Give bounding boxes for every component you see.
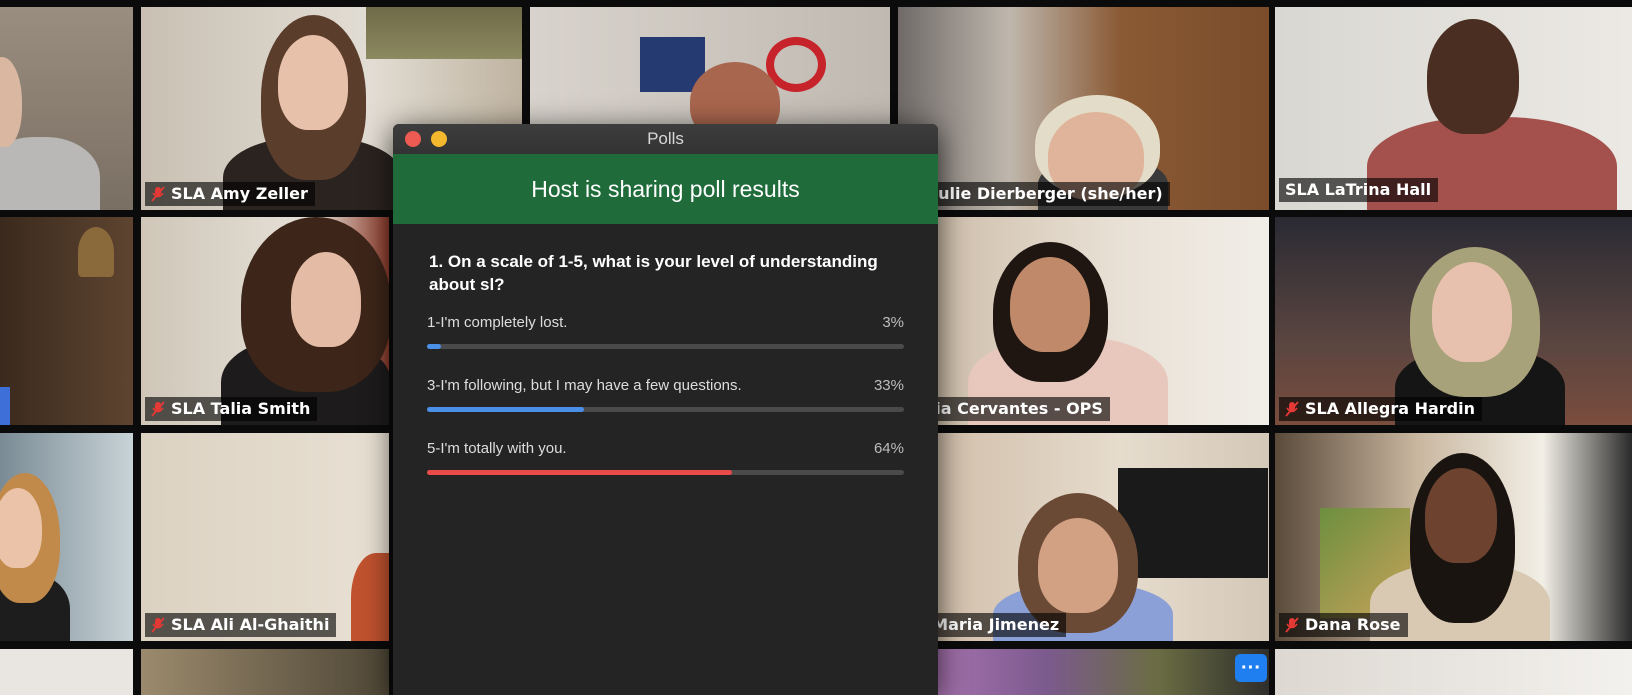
video-tile-latrina-hall[interactable]: SLA LaTrina Hall (1275, 7, 1632, 210)
video-tile[interactable] (898, 649, 1269, 695)
participant-name-tag: SLA Allegra Hardin (1279, 397, 1482, 421)
participant-face (278, 35, 348, 130)
video-tile[interactable] (141, 649, 389, 695)
poll-option: 3-I'm following, but I may have a few qu… (427, 377, 904, 412)
participant-face (1427, 19, 1519, 134)
poll-result-bar (427, 470, 733, 475)
poll-question: 1. On a scale of 1-5, what is your level… (429, 252, 878, 294)
participant-face (1010, 257, 1090, 352)
participant-name-tag: LA Julie Dierberger (she/her) (898, 182, 1170, 206)
muted-microphone-icon (151, 400, 165, 417)
muted-microphone-icon (151, 616, 165, 633)
poll-results-banner: Host is sharing poll results (393, 154, 938, 224)
poll-option: 5-I'm totally with you. 64% (427, 440, 904, 475)
video-tile[interactable] (0, 433, 133, 641)
video-tile-ali-al-ghaithi[interactable]: SLA Ali Al-Ghaithi (141, 433, 389, 641)
poll-option: 1-I'm completely lost. 3% (427, 314, 904, 349)
poll-result-bar (427, 407, 585, 412)
video-tile[interactable] (1275, 649, 1632, 695)
poll-option-label: 5-I'm totally with you. (427, 440, 567, 457)
muted-microphone-icon (151, 185, 165, 202)
participant-face (1432, 262, 1512, 362)
participant-name-tag: SLA Ali Al-Ghaithi (145, 613, 337, 637)
minimize-window-button[interactable] (431, 131, 447, 147)
muted-microphone-icon (1285, 616, 1299, 633)
window-title: Polls (647, 129, 684, 148)
poll-option-percent: 33% (873, 377, 904, 394)
more-options-icon: ··· (1241, 656, 1261, 679)
poll-result-bar-track (427, 344, 904, 349)
participant-name-tag: SLA Talia Smith (145, 397, 318, 421)
video-tile-julie-dierberger[interactable]: LA Julie Dierberger (she/her) (898, 7, 1269, 210)
poll-option-percent: 64% (873, 440, 904, 457)
participant-face (0, 488, 42, 568)
participant-name-tag: SLA Amy Zeller (145, 182, 315, 206)
participant-name-tag: Dana Rose (1279, 613, 1408, 637)
banner-text: Host is sharing poll results (531, 175, 800, 202)
video-tile[interactable] (0, 7, 133, 210)
participant-face (291, 252, 361, 347)
participant-name-tag: SLA LaTrina Hall (1279, 178, 1439, 202)
poll-option-label: 1-I'm completely lost. (427, 314, 568, 331)
participant-face (1038, 518, 1118, 613)
video-tile-dana-rose[interactable]: Dana Rose (1275, 433, 1632, 641)
video-tile-maria-jimenez[interactable]: LA Maria Jimenez (898, 433, 1269, 641)
polls-window: Polls Host is sharing poll results 1. On… (393, 124, 938, 695)
video-tile[interactable] (0, 217, 133, 425)
poll-result-bar-track (427, 407, 904, 412)
video-tile-allegra-hardin[interactable]: SLA Allegra Hardin (1275, 217, 1632, 425)
polls-title-bar[interactable]: Polls (393, 124, 938, 154)
video-tile[interactable] (0, 649, 133, 695)
close-window-button[interactable] (405, 131, 421, 147)
muted-microphone-icon (1285, 400, 1299, 417)
participant-face (1425, 468, 1497, 563)
video-tile-felicia-cervantes[interactable]: elicia Cervantes - OPS (898, 217, 1269, 425)
poll-result-bar (427, 344, 442, 349)
more-options-button[interactable]: ··· (1235, 654, 1267, 682)
video-tile-talia-smith[interactable]: SLA Talia Smith (141, 217, 389, 425)
poll-option-percent: 3% (882, 314, 904, 331)
poll-result-bar-track (427, 470, 904, 475)
poll-option-label: 3-I'm following, but I may have a few qu… (427, 377, 742, 394)
